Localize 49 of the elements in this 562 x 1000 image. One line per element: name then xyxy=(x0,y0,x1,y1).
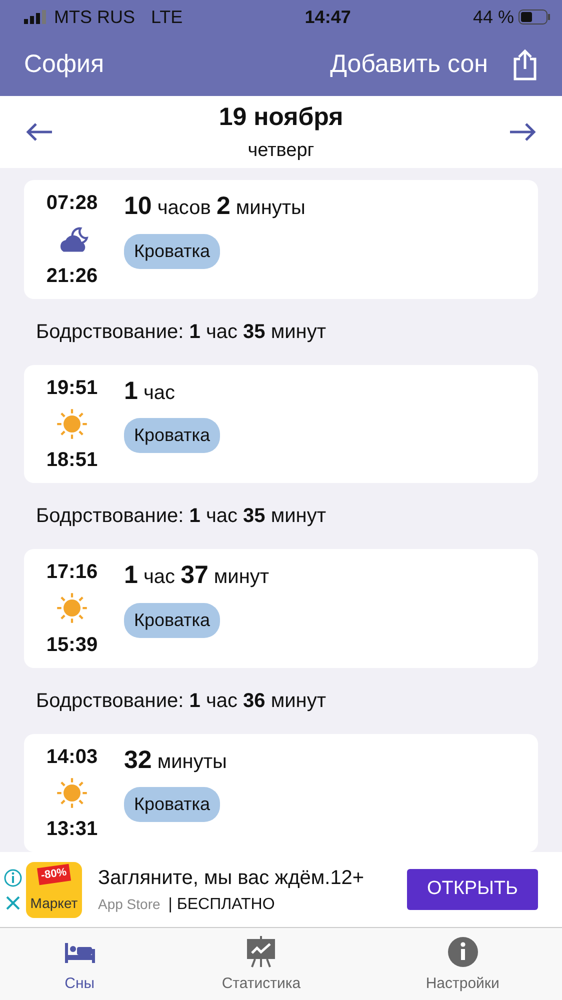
tab-button[interactable]: Сны xyxy=(56,934,103,996)
network-type: LTE xyxy=(151,6,183,28)
info-icon[interactable] xyxy=(4,868,22,886)
status-time: 14:47 xyxy=(304,6,352,28)
add-sleep-link[interactable]: Добавить сон xyxy=(330,46,488,84)
sleep-card[interactable]: 19:51 18:51 1 час Кроватка xyxy=(24,364,538,483)
store-name: App Store xyxy=(98,894,160,914)
discount-badge: -80% xyxy=(37,863,71,884)
price-label: | БЕСПЛАТНО xyxy=(168,894,275,914)
tab-button[interactable]: Настройки xyxy=(420,934,506,996)
place-tag: Кроватка xyxy=(124,234,220,268)
start-time: 13:31 xyxy=(46,817,98,842)
end-time: 14:03 xyxy=(46,744,98,770)
sleep-duration: 32 минуты xyxy=(124,744,227,776)
info-icon xyxy=(446,934,480,969)
open-button[interactable]: ОТКРЫТЬ xyxy=(406,869,538,910)
sleep-duration: 1 час xyxy=(124,376,176,406)
tab-button[interactable]: Статистика xyxy=(216,934,307,996)
wake-duration: Бодрствование: 1 час 36 минут xyxy=(35,688,327,714)
end-time: 19:51 xyxy=(46,376,98,400)
sleep-duration: 1 час 37 минут xyxy=(124,560,270,591)
battery-icon xyxy=(518,9,552,25)
sun-icon xyxy=(55,591,89,626)
sleep-card[interactable]: 07:28 21:26 10 часов 2 минуты Кроватка xyxy=(24,180,538,298)
place-tag: Кроватка xyxy=(124,602,220,638)
sleep-duration: 10 часов 2 минуты xyxy=(124,191,306,222)
logo-label: Маркет xyxy=(30,894,78,913)
place-tag: Кроватка xyxy=(124,787,220,822)
start-time: 21:26 xyxy=(46,264,98,288)
profile-name[interactable]: София xyxy=(24,46,330,84)
share-icon[interactable] xyxy=(512,49,538,81)
weekday: четверг xyxy=(246,138,316,162)
end-time: 07:28 xyxy=(46,191,98,216)
carrier-name: MTS RUS xyxy=(54,6,135,28)
start-time: 15:39 xyxy=(46,632,98,658)
close-icon[interactable] xyxy=(5,894,21,910)
sun-icon xyxy=(55,776,89,810)
date-title: 19 ноября xyxy=(218,102,344,133)
ad-title: Загляните, мы вас ждём.12+ xyxy=(98,866,366,890)
place-tag: Кроватка xyxy=(124,418,220,453)
start-time: 18:51 xyxy=(46,448,98,473)
wake-duration: Бодрствование: 1 час 35 минут xyxy=(35,320,327,344)
sleep-card[interactable]: 14:03 13:31 32 минуты Кроватка xyxy=(24,734,538,852)
battery-percent: 44 % xyxy=(472,6,514,28)
end-time: 17:16 xyxy=(46,560,98,585)
sun-icon xyxy=(55,406,89,441)
signal-icon xyxy=(24,10,46,24)
wake-duration: Бодрствование: 1 час 35 минут xyxy=(35,504,327,529)
sleep-card[interactable]: 17:16 15:39 1 час 37 минут Кроватка xyxy=(24,549,538,668)
